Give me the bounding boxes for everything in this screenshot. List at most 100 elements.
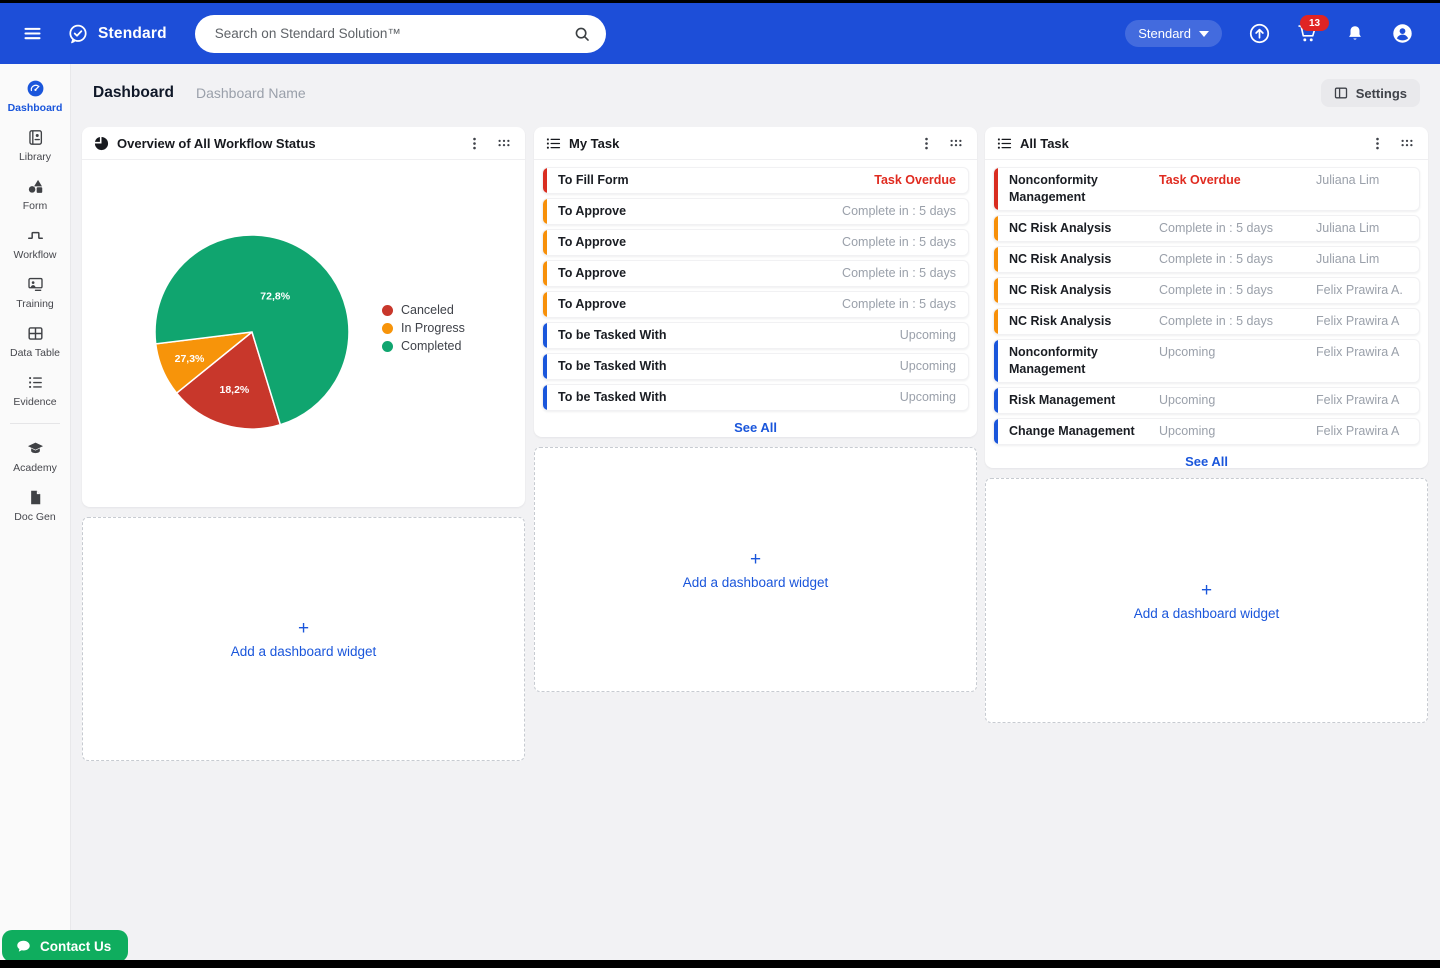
status-color-bar: [543, 292, 547, 317]
academy-icon: [26, 439, 45, 458]
task-row[interactable]: NC Risk Analysis Complete in : 5 days Feli…: [993, 277, 1420, 304]
add-widget-placeholder[interactable]: + Add a dashboard widget: [82, 517, 525, 761]
search-input[interactable]: [194, 14, 606, 53]
widget-all-task: All Task Nonconformity Management Task Ov…: [985, 127, 1428, 469]
status-color-bar: [543, 261, 547, 286]
widget-menu-button[interactable]: [915, 132, 937, 154]
sidebar-item-library[interactable]: Library: [0, 121, 70, 170]
widget-my-task: My Task To Fill Form Task Overdue To Appro…: [534, 127, 977, 437]
task-title: NC Risk Analysis: [1009, 283, 1112, 297]
legend-dot: [382, 340, 393, 352]
plus-icon: +: [749, 548, 762, 570]
widget-drag-handle[interactable]: [493, 132, 515, 154]
task-row[interactable]: To Fill Form Task Overdue: [542, 167, 969, 194]
task-title: To be Tasked With: [558, 390, 667, 404]
search-icon[interactable]: [573, 25, 591, 43]
chat-bubble-icon: [15, 938, 32, 955]
task-row[interactable]: To be Tasked With Upcoming: [542, 353, 969, 380]
upload-button[interactable]: [1248, 22, 1271, 45]
pie-slice-label: 72,8%: [260, 291, 290, 303]
sidebar-item-data-table[interactable]: Data Table: [0, 317, 70, 366]
add-widget-placeholder[interactable]: + Add a dashboard widget: [985, 478, 1428, 723]
task-title: To Approve: [558, 204, 627, 218]
task-status: Task Overdue: [1159, 173, 1241, 187]
widget-header: All Task: [985, 127, 1428, 160]
task-row[interactable]: To Approve Complete in : 5 days: [542, 291, 969, 318]
task-title: Change Management: [1009, 424, 1135, 438]
task-title: To be Tasked With: [558, 359, 667, 373]
widget-menu-button[interactable]: [1366, 132, 1388, 154]
sidebar-item-academy[interactable]: Academy: [0, 432, 70, 481]
my-task-see-all-link[interactable]: See All: [534, 411, 977, 443]
add-widget-label: Add a dashboard widget: [1133, 605, 1280, 621]
task-row[interactable]: To Approve Complete in : 5 days: [542, 198, 969, 225]
status-color-bar: [994, 388, 998, 413]
search-bar: [194, 14, 606, 53]
widget-title: All Task: [1020, 135, 1069, 151]
task-row[interactable]: Nonconformity Management Upcoming Felix Pr…: [993, 339, 1420, 383]
sidebar-item-label: Library: [18, 151, 52, 163]
pie-chart: 18,2% 27,3% 72,8%: [154, 234, 350, 430]
task-row[interactable]: Risk Management Upcoming Felix Prawira A: [993, 387, 1420, 414]
status-color-bar: [543, 354, 547, 379]
sidebar-item-training[interactable]: Training: [0, 268, 70, 317]
task-assignee: Felix Prawira A: [1316, 314, 1400, 328]
task-title: NC Risk Analysis: [1009, 221, 1112, 235]
sidebar-item-dashboard[interactable]: Dashboard: [0, 72, 70, 121]
task-title: Risk Management: [1009, 393, 1116, 407]
chart-legend: Canceled In Progress Completed: [382, 301, 465, 355]
menu-button[interactable]: [20, 21, 45, 46]
sidebar-item-evidence[interactable]: Evidence: [0, 366, 70, 415]
workflow-status-chart: 18,2% 27,3% 72,8% Canceled In Progress Compl…: [82, 160, 525, 507]
add-widget-placeholder[interactable]: + Add a dashboard widget: [534, 447, 977, 692]
task-row[interactable]: To be Tasked With Upcoming: [542, 322, 969, 349]
legend-label: Completed: [401, 339, 462, 353]
all-task-see-all-link[interactable]: See All: [985, 445, 1428, 477]
task-status: Task Overdue: [874, 173, 956, 187]
task-status: Complete in : 5 days: [842, 266, 956, 280]
legend-dot: [382, 304, 393, 316]
drag-handle-icon: [497, 136, 511, 150]
navbar-actions: Stendard 13: [1125, 15, 1414, 47]
task-status: Complete in : 5 days: [1159, 314, 1273, 328]
legend-item: In Progress: [382, 319, 465, 337]
task-row[interactable]: Change Management Upcoming Felix Prawira A: [993, 418, 1420, 445]
widget-drag-handle[interactable]: [945, 132, 967, 154]
task-title: To be Tasked With: [558, 328, 667, 342]
cart-button[interactable]: 13: [1296, 15, 1329, 45]
task-row[interactable]: NC Risk Analysis Complete in : 5 days Juli…: [993, 246, 1420, 273]
task-row[interactable]: NC Risk Analysis Complete in : 5 days Feli…: [993, 308, 1420, 335]
sidebar-item-workflow[interactable]: Workflow: [0, 219, 70, 268]
plus-icon: +: [1200, 579, 1213, 601]
drag-handle-icon: [949, 136, 963, 150]
pie-chart-icon: [94, 136, 109, 151]
task-row[interactable]: To be Tasked With Upcoming: [542, 384, 969, 411]
sidebar-item-doc-gen[interactable]: Doc Gen: [0, 481, 70, 530]
settings-button[interactable]: Settings: [1320, 79, 1420, 107]
data-table-icon: [26, 324, 45, 343]
brand-logo[interactable]: Stendard: [67, 23, 167, 45]
status-color-bar: [543, 323, 547, 348]
notifications-button[interactable]: [1344, 23, 1366, 45]
sidebar-item-form[interactable]: Form: [0, 170, 70, 219]
task-row[interactable]: Nonconformity Management Task Overdue Juli…: [993, 167, 1420, 211]
contact-us-button[interactable]: Contact Us: [2, 930, 129, 962]
sidebar-item-label: Data Table: [9, 347, 60, 359]
plus-icon: +: [297, 618, 310, 639]
task-assignee: Juliana Lim: [1316, 221, 1380, 235]
status-color-bar: [994, 168, 998, 210]
task-row[interactable]: To Approve Complete in : 5 days: [542, 260, 969, 287]
legend-label: Canceled: [401, 303, 454, 317]
widget-drag-handle[interactable]: [1396, 132, 1418, 154]
add-widget-label: Add a dashboard widget: [682, 574, 829, 590]
task-row[interactable]: NC Risk Analysis Complete in : 5 days Juli…: [993, 215, 1420, 242]
main-content: Dashboard Dashboard Name Settings Overvi…: [71, 64, 1440, 960]
widget-menu-button[interactable]: [463, 132, 485, 154]
task-status: Upcoming: [1159, 393, 1216, 407]
kebab-menu-icon: [467, 136, 482, 151]
task-title: NC Risk Analysis: [1009, 314, 1112, 328]
org-selector[interactable]: Stendard: [1125, 20, 1222, 47]
task-row[interactable]: To Approve Complete in : 5 days: [542, 229, 969, 256]
widget-workflow-status: Overview of All Workflow Status 18,2% 27,…: [82, 127, 525, 507]
profile-button[interactable]: [1391, 22, 1414, 45]
